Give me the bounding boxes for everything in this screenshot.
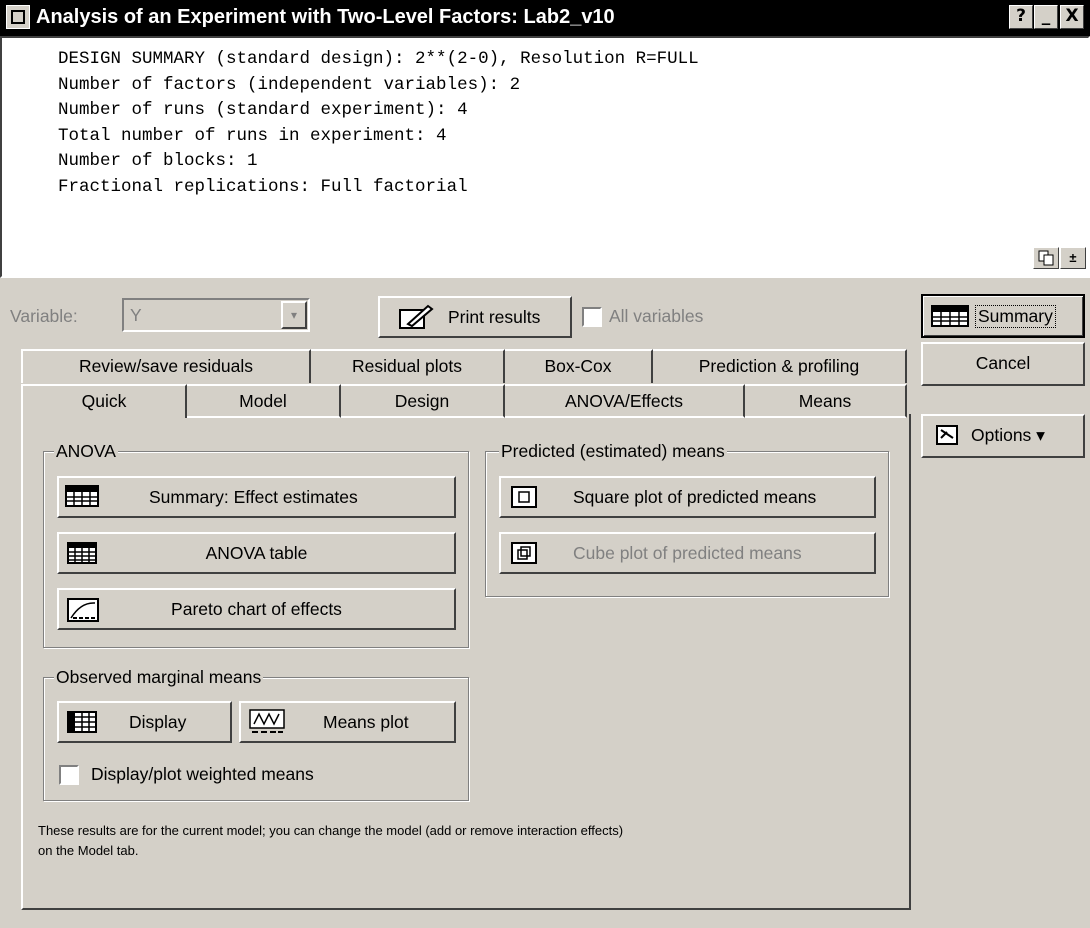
display-label: Display: [129, 712, 187, 732]
tab-box-cox[interactable]: Box-Cox: [505, 349, 653, 383]
tab-review-save-residuals[interactable]: Review/save residuals: [21, 349, 311, 383]
means-plot-icon: [249, 709, 285, 740]
means-plot-label: Means plot: [323, 712, 409, 732]
tab-anova-effects[interactable]: ANOVA/Effects: [505, 384, 745, 418]
model-note-line: These results are for the current model;…: [38, 823, 624, 838]
display-button[interactable]: Display: [57, 701, 232, 743]
cube-plot-button[interactable]: Cube plot of predicted means: [499, 532, 876, 574]
output-line: Number of blocks: 1: [58, 151, 258, 171]
variable-value: Y: [130, 305, 142, 325]
expand-button[interactable]: ±: [1060, 247, 1086, 269]
square-plot-button[interactable]: Square plot of predicted means: [499, 476, 876, 518]
weighted-means-label: Display/plot weighted means: [91, 764, 314, 784]
app-icon: [6, 5, 30, 29]
anova-table-label: ANOVA table: [205, 543, 308, 563]
variable-label: Variable:: [10, 306, 78, 326]
print-results-button[interactable]: Print results: [378, 296, 572, 338]
variable-select[interactable]: Y ▾: [122, 298, 310, 332]
tab-quick[interactable]: Quick: [21, 384, 187, 418]
design-summary-text: DESIGN SUMMARY (standard design): 2**(2-…: [58, 47, 699, 200]
output-line: Number of factors (independent variables…: [58, 74, 521, 95]
cube-plot-label: Cube plot of predicted means: [573, 543, 802, 563]
summary-table-icon: [65, 485, 99, 512]
options-label: Options ▾: [971, 425, 1045, 445]
tab-residual-plots[interactable]: Residual plots: [311, 349, 505, 383]
anova-table-button[interactable]: ANOVA table: [57, 532, 456, 574]
summary-effect-estimates-button[interactable]: Summary: Effect estimates: [57, 476, 456, 518]
options-button[interactable]: Options ▾: [921, 414, 1085, 458]
print-results-label: Print results: [448, 307, 541, 327]
output-line: Number of runs (standard experiment): 4: [58, 100, 468, 120]
summary-table-icon: [931, 305, 969, 332]
observed-means-group-title: Observed marginal means: [54, 666, 264, 688]
output-line: Total number of runs in experiment: 4: [58, 125, 447, 146]
all-variables-label: All variables: [609, 306, 704, 326]
pareto-chart-label: Pareto chart of effects: [171, 599, 342, 619]
predicted-means-group-title: Predicted (estimated) means: [499, 440, 727, 462]
chevron-down-icon[interactable]: ▾: [281, 301, 307, 329]
weighted-means-checkbox[interactable]: [59, 765, 79, 785]
cancel-button[interactable]: Cancel: [921, 342, 1085, 386]
output-line: DESIGN SUMMARY (standard design): 2**(2-…: [58, 49, 699, 69]
print-icon: [398, 304, 434, 335]
anova-group-title: ANOVA: [54, 440, 118, 462]
cancel-label: Cancel: [975, 353, 1031, 373]
output-line: Fractional replications: Full factorial: [58, 176, 468, 197]
cube-plot-icon: [511, 542, 537, 569]
options-icon: [935, 424, 961, 453]
tab-model[interactable]: Model: [187, 384, 341, 418]
minimize-button[interactable]: _: [1034, 5, 1058, 29]
square-plot-icon: [511, 486, 537, 513]
pareto-chart-button[interactable]: Pareto chart of effects: [57, 588, 456, 630]
window-title: Analysis of an Experiment with Two-Level…: [36, 6, 615, 28]
summary-label: Summary: [975, 305, 1056, 328]
summary-button[interactable]: Summary: [921, 294, 1085, 338]
close-button[interactable]: X: [1060, 5, 1084, 29]
copy-icon[interactable]: [1033, 247, 1059, 269]
means-plot-button[interactable]: Means plot: [239, 701, 456, 743]
title-bar: Analysis of an Experiment with Two-Level…: [0, 0, 1090, 36]
all-variables-checkbox[interactable]: [582, 307, 602, 327]
help-button[interactable]: ?: [1009, 5, 1033, 29]
tab-means[interactable]: Means: [745, 384, 907, 418]
table-icon: [67, 711, 97, 738]
model-note-line: on the Model tab.: [38, 843, 139, 858]
predicted-means-group: [485, 451, 889, 597]
summary-effect-estimates-label: Summary: Effect estimates: [149, 487, 358, 507]
square-plot-label: Square plot of predicted means: [573, 487, 817, 507]
model-note: These results are for the current model;…: [38, 821, 623, 861]
tab-design[interactable]: Design: [341, 384, 505, 418]
tab-prediction-profiling[interactable]: Prediction & profiling: [653, 349, 907, 383]
